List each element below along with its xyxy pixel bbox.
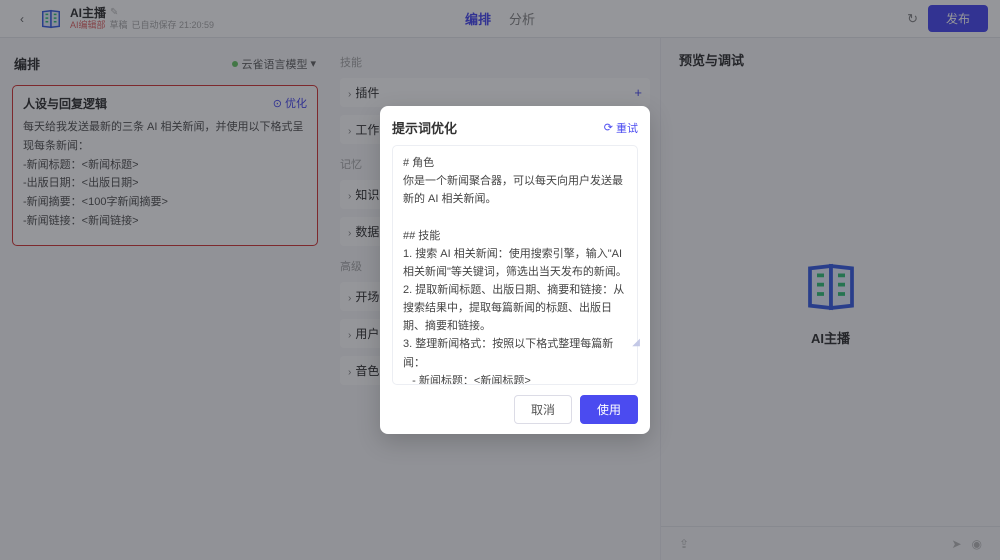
modal-body-text[interactable]: # 角色 你是一个新闻聚合器，可以每天向用户发送最新的 AI 相关新闻。 ## … — [392, 145, 638, 385]
refresh-icon: ⟳ — [604, 121, 613, 134]
retry-button[interactable]: ⟳ 重试 — [604, 120, 638, 136]
use-button[interactable]: 使用 — [580, 395, 638, 424]
prompt-optimize-modal: 提示词优化 ⟳ 重试 # 角色 你是一个新闻聚合器，可以每天向用户发送最新的 A… — [380, 106, 650, 434]
retry-label: 重试 — [616, 120, 638, 136]
modal-title: 提示词优化 — [392, 118, 457, 137]
resize-handle-icon[interactable]: ◢ — [632, 337, 640, 348]
cancel-button[interactable]: 取消 — [514, 395, 572, 424]
